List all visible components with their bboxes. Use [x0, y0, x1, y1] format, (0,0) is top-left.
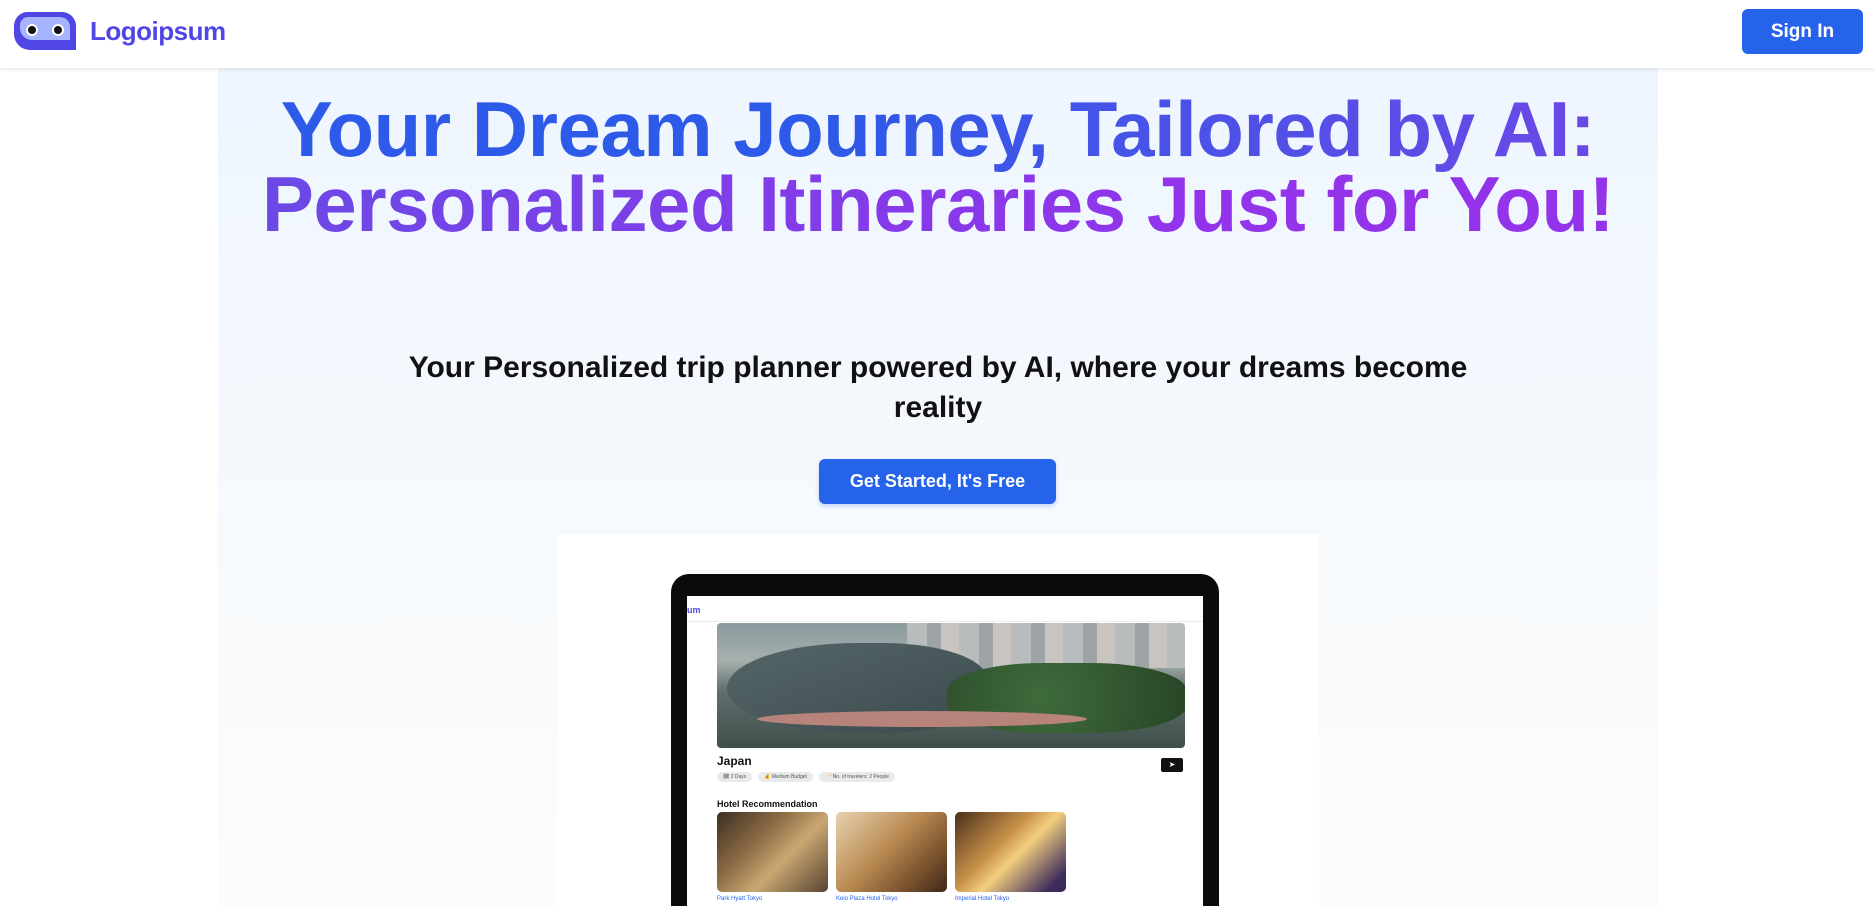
get-started-button[interactable]: Get Started, It's Free: [819, 459, 1056, 504]
send-icon: ➤: [1168, 760, 1176, 769]
hotel-image: [717, 812, 828, 892]
hotel-list: Park Hyatt Tokyo Keio Plaza Hotel Tokyo …: [717, 812, 1066, 902]
hotel-card: Imperial Hotel Tokyo: [955, 812, 1066, 902]
hotel-name: Imperial Hotel Tokyo: [955, 896, 1010, 902]
destination-image: [717, 623, 1185, 748]
logo-icon: [12, 10, 78, 52]
brand-logo[interactable]: Logoipsum: [12, 10, 226, 52]
hotel-image: [836, 812, 947, 892]
trip-chips: 🗓 2 Days 💰 Medium Budget 🥂 No. of travel…: [717, 772, 895, 782]
preview-logo: um: [687, 605, 701, 615]
hero-section: Your Dream Journey, Tailored by AI: Pers…: [218, 68, 1658, 906]
hotel-name: Keio Plaza Hotel Tokyo: [836, 896, 898, 902]
hero-subtitle: Your Personalized trip planner powered b…: [408, 351, 1468, 424]
preview-nav: um: [687, 596, 1203, 622]
hotel-card: Park Hyatt Tokyo: [717, 812, 828, 902]
sign-in-button[interactable]: Sign In: [1742, 9, 1863, 54]
hotel-image: [955, 812, 1066, 892]
hotel-name: Park Hyatt Tokyo: [717, 896, 763, 902]
hero-title: Your Dream Journey, Tailored by AI: Pers…: [218, 90, 1658, 243]
chip-travelers: 🥂 No. of travelers: 2 People: [818, 772, 895, 782]
hotel-section-title: Hotel Recommendation: [717, 799, 818, 809]
chip-budget: 💰 Medium Budget: [758, 772, 813, 782]
chip-days: 🗓 2 Days: [717, 772, 753, 782]
destination-title: Japan: [717, 754, 752, 768]
share-button: ➤: [1161, 758, 1183, 772]
top-nav: Logoipsum Sign In: [0, 0, 1875, 68]
hero-title-text: Your Dream Journey, Tailored by AI: Pers…: [261, 85, 1615, 248]
brand-name: Logoipsum: [90, 15, 226, 46]
hotel-card: Keio Plaza Hotel Tokyo: [836, 812, 947, 902]
laptop-screen: um Japan 🗓 2 Days 💰 Medium Budget 🥂 No. …: [687, 596, 1203, 906]
laptop-frame: um Japan 🗓 2 Days 💰 Medium Budget 🥂 No. …: [671, 574, 1219, 906]
preview-bridge: [757, 711, 1087, 727]
app-preview: um Japan 🗓 2 Days 💰 Medium Budget 🥂 No. …: [557, 534, 1319, 906]
